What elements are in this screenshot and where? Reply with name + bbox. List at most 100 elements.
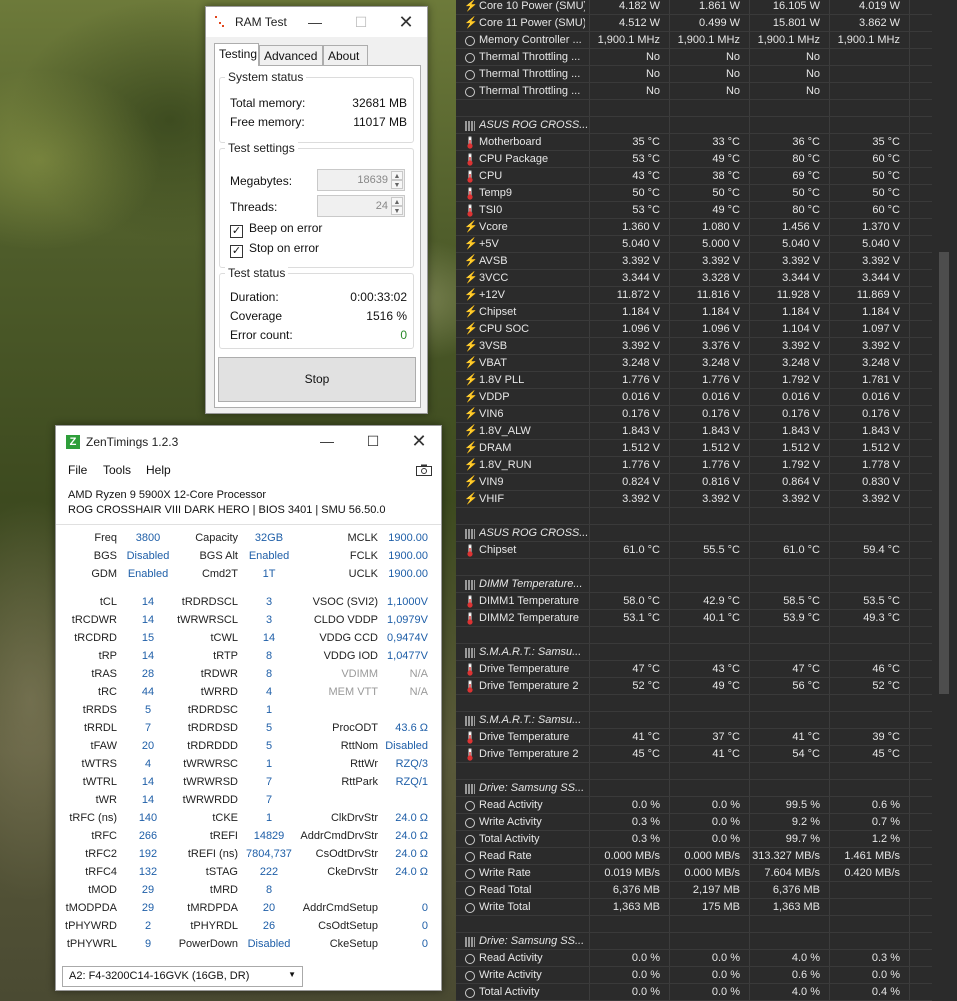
sensor-row[interactable]: Write Rate 0.019 MB/s 0.000 MB/s 7.604 MB/s… — [456, 865, 932, 882]
beep-on-error-checkbox[interactable]: ✓ Beep on error — [230, 221, 322, 238]
sensor-avg-value: 45 °C — [872, 748, 900, 760]
sensor-row[interactable]: Total Activity 0.0 % 0.0 % 4.0 % 0.4 % — [456, 984, 932, 1001]
megabytes-input[interactable]: 18639 ▲ ▼ — [317, 169, 405, 191]
checkmark-icon[interactable]: ✓ — [230, 225, 243, 238]
sensor-row[interactable]: TSI0 53 °C 49 °C 80 °C 60 °C — [456, 202, 932, 219]
sensor-group-header[interactable]: DIMM Temperature... — [456, 576, 932, 593]
sensor-row[interactable]: ⚡ VIN9 0.824 V 0.816 V 0.864 V 0.830 V — [456, 474, 932, 491]
sensor-row[interactable]: ⚡ 3VCC 3.344 V 3.328 V 3.344 V 3.344 V — [456, 270, 932, 287]
sensor-row[interactable]: DIMM1 Temperature 58.0 °C 42.9 °C 58.5 °C 53… — [456, 593, 932, 610]
sensor-row[interactable]: ⚡ +5V 5.040 V 5.000 V 5.040 V 5.040 V — [456, 236, 932, 253]
sensor-min-value: 1.843 V — [702, 425, 740, 437]
sensor-row[interactable]: ⚡ +12V 11.872 V 11.816 V 11.928 V 11.869 V — [456, 287, 932, 304]
sensor-row[interactable]: CPU 43 °C 38 °C 69 °C 50 °C — [456, 168, 932, 185]
sensor-row[interactable]: Drive Temperature 2 45 °C 41 °C 54 °C 45 °C — [456, 746, 932, 763]
sensor-current-value: 53 °C — [632, 153, 660, 165]
sensor-row[interactable]: Total Activity 0.3 % 0.0 % 99.7 % 1.2 % — [456, 831, 932, 848]
maximize-button[interactable]: ☐ — [350, 426, 396, 456]
stop-on-error-checkbox[interactable]: ✓ Stop on error — [230, 241, 319, 258]
sensor-group-icon — [464, 646, 476, 659]
sensor-spacer — [456, 763, 932, 780]
sensor-current-value: 1.776 V — [622, 374, 660, 386]
menu-help[interactable]: Help — [146, 463, 171, 477]
sensor-row[interactable]: ⚡ AVSB 3.392 V 3.392 V 3.392 V 3.392 V — [456, 253, 932, 270]
sensor-row[interactable]: Write Activity 0.0 % 0.0 % 0.6 % 0.0 % — [456, 967, 932, 984]
timing-value: 1,1000V — [387, 596, 428, 608]
sensor-row[interactable]: ⚡ 3VSB 3.392 V 3.376 V 3.392 V 3.392 V — [456, 338, 932, 355]
chevron-down-icon[interactable]: ▼ — [288, 970, 296, 979]
sensor-row[interactable]: Drive Temperature 41 °C 37 °C 41 °C 39 °C — [456, 729, 932, 746]
sensor-row[interactable]: Temp9 50 °C 50 °C 50 °C 50 °C — [456, 185, 932, 202]
sensor-min-value: 2,197 MB — [692, 884, 740, 896]
sensor-row[interactable]: ⚡ VDDP 0.016 V 0.016 V 0.016 V 0.016 V — [456, 389, 932, 406]
sensor-row[interactable]: ⚡ 1.8V_RUN 1.776 V 1.776 V 1.792 V 1.778 V — [456, 457, 932, 474]
sensor-max-value: 9.2 % — [791, 816, 820, 828]
sensor-min-value: 0.016 V — [702, 391, 740, 403]
clock-gauge-icon — [464, 816, 476, 829]
zentimings-titlebar[interactable]: Z ZenTimings 1.2.3 — ☐ ✕ — [56, 426, 441, 458]
timing-label: tRCDWR — [71, 614, 117, 626]
spin-down-icon[interactable]: ▼ — [391, 180, 403, 189]
sensor-row[interactable]: Write Activity 0.3 % 0.0 % 9.2 % 0.7 % — [456, 814, 932, 831]
stop-button[interactable]: Stop — [218, 357, 416, 402]
spin-down-icon[interactable]: ▼ — [391, 206, 403, 215]
sensor-row[interactable]: Write Total 1,363 MB 175 MB 1,363 MB — [456, 899, 932, 916]
sensor-group-header[interactable]: S.M.A.R.T.: Samsu... — [456, 644, 932, 661]
sensor-row[interactable]: Thermal Throttling ... No No No — [456, 66, 932, 83]
screenshot-camera-icon[interactable] — [416, 464, 432, 479]
sensor-row[interactable]: Drive Temperature 2 52 °C 49 °C 56 °C 52 °C — [456, 678, 932, 695]
threads-input[interactable]: 24 ▲ ▼ — [317, 195, 405, 217]
close-button[interactable]: ✕ — [383, 7, 429, 37]
maximize-button[interactable]: ☐ — [338, 7, 384, 37]
sensor-row[interactable]: Read Activity 0.0 % 0.0 % 99.5 % 0.6 % — [456, 797, 932, 814]
dimm-select[interactable]: A2: F4-3200C14-16GVK (16GB, DR) ▼ — [62, 966, 303, 987]
sensor-row[interactable]: Memory Controller ... 1,900.1 MHz 1,900.1 … — [456, 32, 932, 49]
sensor-min-value: 0.0 % — [711, 799, 740, 811]
sensor-group-header[interactable]: S.M.A.R.T.: Samsu... — [456, 712, 932, 729]
sensor-row[interactable]: ⚡ Core 11 Power (SMU) 4.512 W 0.499 W 15.801… — [456, 15, 932, 32]
tab-about[interactable]: About — [323, 45, 368, 65]
sensor-row[interactable]: ⚡ VHIF 3.392 V 3.392 V 3.392 V 3.392 V — [456, 491, 932, 508]
sensor-row[interactable]: CPU Package 53 °C 49 °C 80 °C 60 °C — [456, 151, 932, 168]
sensor-row[interactable]: ⚡ DRAM 1.512 V 1.512 V 1.512 V 1.512 V — [456, 440, 932, 457]
sensor-group-icon — [464, 935, 476, 948]
sensor-row[interactable]: Read Total 6,376 MB 2,197 MB 6,376 MB — [456, 882, 932, 899]
timing-label: tCKE — [212, 812, 238, 824]
sensor-row[interactable]: Drive Temperature 47 °C 43 °C 47 °C 46 °C — [456, 661, 932, 678]
menu-tools[interactable]: Tools — [103, 463, 131, 477]
tab-advanced[interactable]: Advanced — [259, 45, 323, 65]
close-button[interactable]: ✕ — [396, 426, 442, 456]
minimize-button[interactable]: — — [304, 426, 350, 456]
sensor-row[interactable]: ⚡ 1.8V PLL 1.776 V 1.776 V 1.792 V 1.781 V — [456, 372, 932, 389]
sensor-row[interactable]: ⚡ VIN6 0.176 V 0.176 V 0.176 V 0.176 V — [456, 406, 932, 423]
sensor-group-header[interactable]: ASUS ROG CROSS... — [456, 117, 932, 134]
sensor-row[interactable]: ⚡ Vcore 1.360 V 1.080 V 1.456 V 1.370 V — [456, 219, 932, 236]
spin-up-icon[interactable]: ▲ — [391, 171, 403, 180]
sensor-row[interactable]: DIMM2 Temperature 53.1 °C 40.1 °C 53.9 °C 49… — [456, 610, 932, 627]
sensor-row[interactable]: ⚡ Chipset 1.184 V 1.184 V 1.184 V 1.184 V — [456, 304, 932, 321]
sensor-min-value: 3.248 V — [702, 357, 740, 369]
sensor-row[interactable]: ⚡ Core 10 Power (SMU) 4.182 W 1.861 W 16.105… — [456, 0, 932, 15]
tab-testing[interactable]: Testing — [214, 43, 259, 66]
sensor-row[interactable]: Thermal Throttling ... No No No — [456, 83, 932, 100]
sensor-row[interactable]: ⚡ CPU SOC 1.096 V 1.096 V 1.104 V 1.097 V — [456, 321, 932, 338]
scrollbar-thumb[interactable] — [939, 252, 949, 694]
spin-up-icon[interactable]: ▲ — [391, 197, 403, 206]
sensor-row[interactable]: Read Rate 0.000 MB/s 0.000 MB/s 313.327 MB/… — [456, 848, 932, 865]
sensor-row[interactable]: Thermal Throttling ... No No No — [456, 49, 932, 66]
sensor-row[interactable]: Read Activity 0.0 % 0.0 % 4.0 % 0.3 % — [456, 950, 932, 967]
sensor-current-value: 1.184 V — [622, 306, 660, 318]
checkmark-icon[interactable]: ✓ — [230, 245, 243, 258]
sensor-group-header[interactable]: Drive: Samsung SS... — [456, 780, 932, 797]
ramtest-titlebar[interactable]: RAM Test — ☐ ✕ — [206, 7, 427, 37]
menu-file[interactable]: File — [68, 463, 87, 477]
sensor-group-header[interactable]: Drive: Samsung SS... — [456, 933, 932, 950]
sensor-avg-value: 5.040 V — [862, 238, 900, 250]
sensor-group-header[interactable]: ASUS ROG CROSS... — [456, 525, 932, 542]
sensor-row[interactable]: Motherboard 35 °C 33 °C 36 °C 35 °C — [456, 134, 932, 151]
minimize-button[interactable]: — — [292, 7, 338, 37]
sensor-row[interactable]: ⚡ VBAT 3.248 V 3.248 V 3.248 V 3.248 V — [456, 355, 932, 372]
sensor-row[interactable]: ⚡ 1.8V_ALW 1.843 V 1.843 V 1.843 V 1.843 V — [456, 423, 932, 440]
sensor-max-value: 15.801 W — [772, 17, 820, 29]
sensor-row[interactable]: Chipset 61.0 °C 55.5 °C 61.0 °C 59.4 °C — [456, 542, 932, 559]
